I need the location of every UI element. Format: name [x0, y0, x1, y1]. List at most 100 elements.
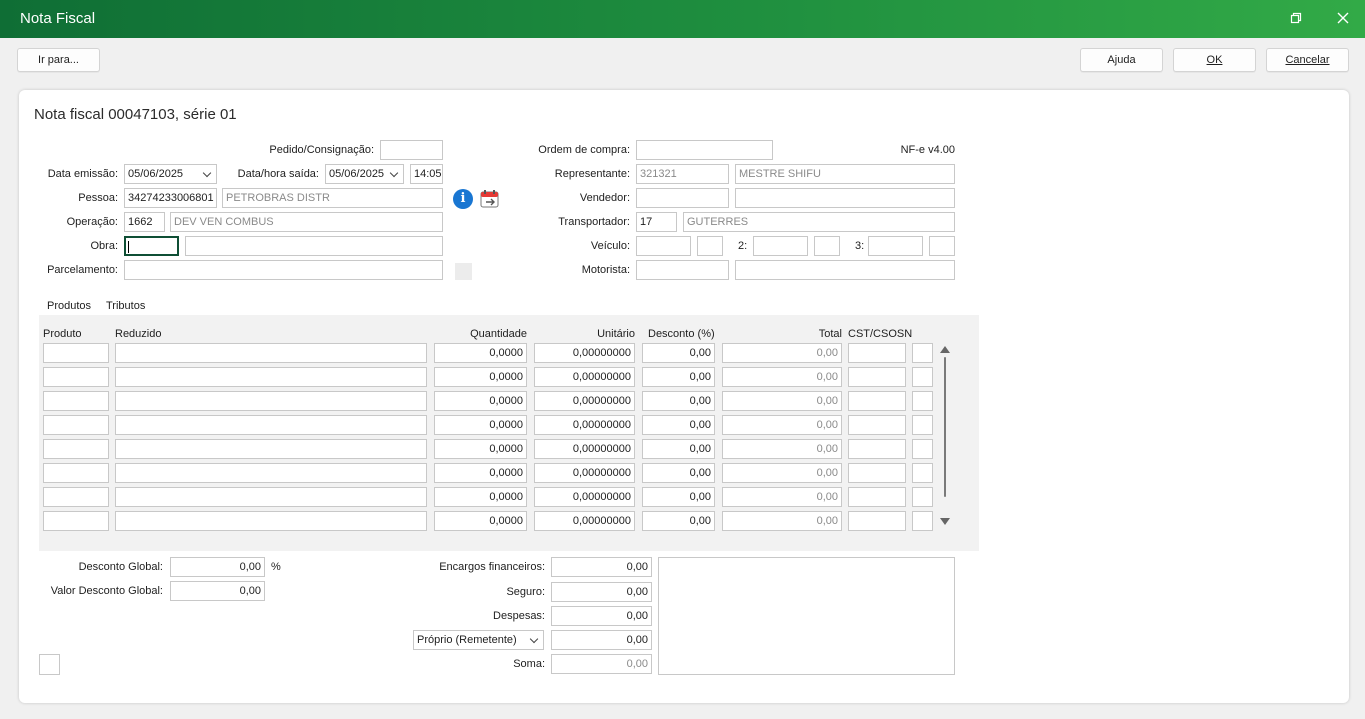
cell-extra[interactable] [912, 511, 933, 531]
veiculo-1-plate-input[interactable] [636, 236, 691, 256]
transportador-code-input[interactable]: 17 [636, 212, 677, 232]
cell-extra[interactable] [912, 367, 933, 387]
cell-produto[interactable] [43, 343, 109, 363]
cell-unitario[interactable]: 0,00000000 [534, 511, 635, 531]
cancel-button[interactable]: Cancelar [1266, 48, 1349, 72]
ordem-compra-input[interactable] [636, 140, 773, 160]
encargos-input[interactable]: 0,00 [551, 557, 652, 577]
cell-extra[interactable] [912, 415, 933, 435]
veiculo-2-uf-input[interactable] [814, 236, 840, 256]
cell-extra[interactable] [912, 391, 933, 411]
cell-produto[interactable] [43, 367, 109, 387]
cell-produto[interactable] [43, 391, 109, 411]
goto-button[interactable]: Ir para... [17, 48, 100, 72]
operacao-name-input[interactable]: DEV VEN COMBUS [170, 212, 443, 232]
cell-reduzido[interactable] [115, 463, 427, 483]
representante-name-input[interactable]: MESTRE SHIFU [735, 164, 955, 184]
cell-total[interactable]: 0,00 [722, 415, 842, 435]
cell-quantidade[interactable]: 0,0000 [434, 415, 527, 435]
ok-button[interactable]: OK [1173, 48, 1256, 72]
pedido-input[interactable] [380, 140, 443, 160]
info-icon[interactable]: i [453, 189, 473, 209]
observacoes-textarea[interactable] [658, 557, 955, 675]
cell-unitario[interactable]: 0,00000000 [534, 463, 635, 483]
pessoa-name-input[interactable]: PETROBRAS DISTR [222, 188, 443, 208]
cell-desconto[interactable]: 0,00 [642, 367, 715, 387]
parcelamento-input[interactable] [124, 260, 443, 280]
cell-desconto[interactable]: 0,00 [642, 343, 715, 363]
cell-unitario[interactable]: 0,00000000 [534, 367, 635, 387]
veiculo-3-uf-input[interactable] [929, 236, 955, 256]
cell-cst[interactable] [848, 367, 906, 387]
checkbox[interactable] [39, 654, 60, 675]
cell-reduzido[interactable] [115, 511, 427, 531]
despesas-input[interactable]: 0,00 [551, 606, 652, 626]
cell-unitario[interactable]: 0,00000000 [534, 439, 635, 459]
obra-code-input[interactable] [124, 236, 179, 256]
data-emissao-input[interactable]: 05/06/2025 [124, 164, 217, 184]
cell-reduzido[interactable] [115, 415, 427, 435]
soma-input[interactable]: 0,00 [551, 654, 652, 674]
restore-window-icon[interactable] [1286, 8, 1306, 28]
cell-reduzido[interactable] [115, 487, 427, 507]
desconto-global-input[interactable]: 0,00 [170, 557, 265, 577]
cell-quantidade[interactable]: 0,0000 [434, 487, 527, 507]
cell-desconto[interactable]: 0,00 [642, 487, 715, 507]
cell-produto[interactable] [43, 487, 109, 507]
valor-desconto-global-input[interactable]: 0,00 [170, 581, 265, 601]
cell-quantidade[interactable]: 0,0000 [434, 439, 527, 459]
pessoa-code-input[interactable]: 34274233006801 [124, 188, 217, 208]
veiculo-1-uf-input[interactable] [697, 236, 723, 256]
cell-desconto[interactable]: 0,00 [642, 511, 715, 531]
operacao-code-input[interactable]: 1662 [124, 212, 165, 232]
calendar-arrow-icon[interactable] [480, 189, 501, 209]
veiculo-3-plate-input[interactable] [868, 236, 923, 256]
cell-total[interactable]: 0,00 [722, 511, 842, 531]
transportador-name-input[interactable]: GUTERRES [683, 212, 955, 232]
cell-unitario[interactable]: 0,00000000 [534, 487, 635, 507]
cell-cst[interactable] [848, 487, 906, 507]
cell-cst[interactable] [848, 391, 906, 411]
cell-quantidade[interactable]: 0,0000 [434, 511, 527, 531]
cell-cst[interactable] [848, 415, 906, 435]
cell-total[interactable]: 0,00 [722, 367, 842, 387]
cell-quantidade[interactable]: 0,0000 [434, 367, 527, 387]
scroll-thumb[interactable] [944, 357, 946, 497]
vendedor-code-input[interactable] [636, 188, 729, 208]
cell-cst[interactable] [848, 511, 906, 531]
cell-cst[interactable] [848, 343, 906, 363]
cell-quantidade[interactable]: 0,0000 [434, 391, 527, 411]
tab-tributos[interactable]: Tributos [106, 298, 145, 314]
cell-unitario[interactable]: 0,00000000 [534, 415, 635, 435]
obra-name-input[interactable] [185, 236, 443, 256]
hora-saida-input[interactable]: 14:05 [410, 164, 443, 184]
scroll-down-icon[interactable] [940, 518, 950, 525]
cell-produto[interactable] [43, 439, 109, 459]
cell-reduzido[interactable] [115, 367, 427, 387]
cell-unitario[interactable]: 0,00000000 [534, 343, 635, 363]
cell-cst[interactable] [848, 439, 906, 459]
cell-extra[interactable] [912, 439, 933, 459]
motorista-code-input[interactable] [636, 260, 729, 280]
cell-quantidade[interactable]: 0,0000 [434, 343, 527, 363]
cell-total[interactable]: 0,00 [722, 487, 842, 507]
cell-produto[interactable] [43, 463, 109, 483]
cell-extra[interactable] [912, 343, 933, 363]
cell-produto[interactable] [43, 511, 109, 531]
vendedor-name-input[interactable] [735, 188, 955, 208]
cell-desconto[interactable]: 0,00 [642, 391, 715, 411]
representante-code-input[interactable]: 321321 [636, 164, 729, 184]
cell-unitario[interactable]: 0,00000000 [534, 391, 635, 411]
cell-quantidade[interactable]: 0,0000 [434, 463, 527, 483]
veiculo-2-plate-input[interactable] [753, 236, 808, 256]
scroll-up-icon[interactable] [940, 346, 950, 353]
cell-produto[interactable] [43, 415, 109, 435]
cell-desconto[interactable]: 0,00 [642, 439, 715, 459]
help-button[interactable]: Ajuda [1080, 48, 1163, 72]
frete-select[interactable]: Próprio (Remetente) [413, 630, 544, 650]
cell-desconto[interactable]: 0,00 [642, 463, 715, 483]
close-icon[interactable] [1333, 8, 1353, 28]
cell-reduzido[interactable] [115, 439, 427, 459]
cell-total[interactable]: 0,00 [722, 439, 842, 459]
cell-reduzido[interactable] [115, 391, 427, 411]
